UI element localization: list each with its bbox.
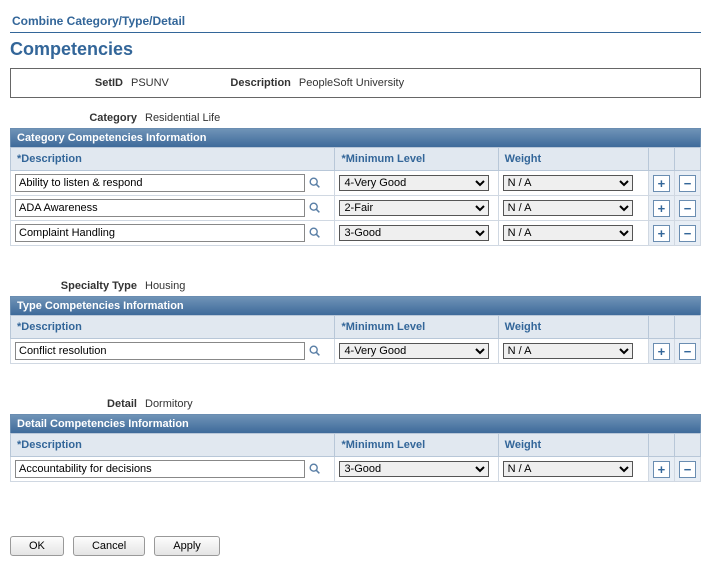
grid-title: Type Competencies Information xyxy=(10,296,701,315)
delete-row-button[interactable]: − xyxy=(679,200,696,217)
header-box: SetID PSUNV Description PeopleSoft Unive… xyxy=(10,68,701,98)
section-value: Residential Life xyxy=(145,112,220,124)
lookup-icon[interactable] xyxy=(308,344,322,358)
page-title: Competencies xyxy=(10,39,701,60)
section-label: Detail xyxy=(10,398,145,410)
table-row: 2-Fair N / A +− xyxy=(11,196,701,221)
weight-select[interactable]: N / A xyxy=(503,461,633,477)
col-add xyxy=(648,316,674,339)
setid-value: PSUNV xyxy=(131,77,199,89)
add-row-button[interactable]: + xyxy=(653,461,670,478)
weight-select[interactable]: N / A xyxy=(503,225,633,241)
competencies-grid: *Description*Minimum LevelWeight4-Very G… xyxy=(10,315,701,364)
add-row-button[interactable]: + xyxy=(653,343,670,360)
add-row-button[interactable]: + xyxy=(653,225,670,242)
col-description[interactable]: *Description xyxy=(11,434,335,457)
description-input[interactable] xyxy=(15,199,305,217)
table-row: 3-Good N / A +− xyxy=(11,221,701,246)
minimum-level-select[interactable]: 4-Very Good xyxy=(339,343,489,359)
description-label: Description xyxy=(199,77,299,89)
competencies-grid: *Description*Minimum LevelWeight 3-Good N … xyxy=(10,433,701,482)
table-row: 4-Very Good N / A +− xyxy=(11,339,701,364)
lookup-icon[interactable] xyxy=(308,226,322,240)
col-weight[interactable]: Weight xyxy=(498,316,648,339)
col-add xyxy=(648,434,674,457)
grid-title: Category Competencies Information xyxy=(10,128,701,147)
col-weight[interactable]: Weight xyxy=(498,148,648,171)
weight-select[interactable]: N / A xyxy=(503,200,633,216)
delete-row-button[interactable]: − xyxy=(679,175,696,192)
section-label: Specialty Type xyxy=(10,280,145,292)
grid-title: Detail Competencies Information xyxy=(10,414,701,433)
lookup-icon[interactable] xyxy=(308,462,322,476)
description-input[interactable] xyxy=(15,224,305,242)
weight-select[interactable]: N / A xyxy=(503,175,633,191)
description-input[interactable] xyxy=(15,342,305,360)
ok-button[interactable]: OK xyxy=(10,536,64,556)
col-delete xyxy=(674,148,700,171)
setid-label: SetID xyxy=(21,77,131,89)
minimum-level-select[interactable]: 3-Good xyxy=(339,225,489,241)
section-value: Dormitory xyxy=(145,398,193,410)
section-label: Category xyxy=(10,112,145,124)
col-delete xyxy=(674,316,700,339)
delete-row-button[interactable]: − xyxy=(679,461,696,478)
col-description[interactable]: *Description xyxy=(11,316,335,339)
table-row: 4-Very Good N / A +− xyxy=(11,171,701,196)
lookup-icon[interactable] xyxy=(308,201,322,215)
description-input[interactable] xyxy=(15,460,305,478)
col-minimum-level[interactable]: *Minimum Level xyxy=(335,148,498,171)
cancel-button[interactable]: Cancel xyxy=(73,536,145,556)
delete-row-button[interactable]: − xyxy=(679,343,696,360)
delete-row-button[interactable]: − xyxy=(679,225,696,242)
col-weight[interactable]: Weight xyxy=(498,434,648,457)
description-input[interactable] xyxy=(15,174,305,192)
col-minimum-level[interactable]: *Minimum Level xyxy=(335,434,498,457)
description-value: PeopleSoft University xyxy=(299,77,434,89)
button-bar: OK Cancel Apply xyxy=(10,536,701,556)
minimum-level-select[interactable]: 4-Very Good xyxy=(339,175,489,191)
weight-select[interactable]: N / A xyxy=(503,343,633,359)
section-value: Housing xyxy=(145,280,185,292)
add-row-button[interactable]: + xyxy=(653,175,670,192)
minimum-level-select[interactable]: 2-Fair xyxy=(339,200,489,216)
table-row: 3-Good N / A +− xyxy=(11,457,701,482)
lookup-icon[interactable] xyxy=(308,176,322,190)
col-description[interactable]: *Description xyxy=(11,148,335,171)
competencies-grid: *Description*Minimum LevelWeight4-Very G… xyxy=(10,147,701,246)
tab-combine[interactable]: Combine Category/Type/Detail xyxy=(10,10,701,33)
apply-button[interactable]: Apply xyxy=(154,536,220,556)
col-minimum-level[interactable]: *Minimum Level xyxy=(335,316,498,339)
add-row-button[interactable]: + xyxy=(653,200,670,217)
col-add xyxy=(648,148,674,171)
minimum-level-select[interactable]: 3-Good xyxy=(339,461,489,477)
col-delete xyxy=(674,434,700,457)
